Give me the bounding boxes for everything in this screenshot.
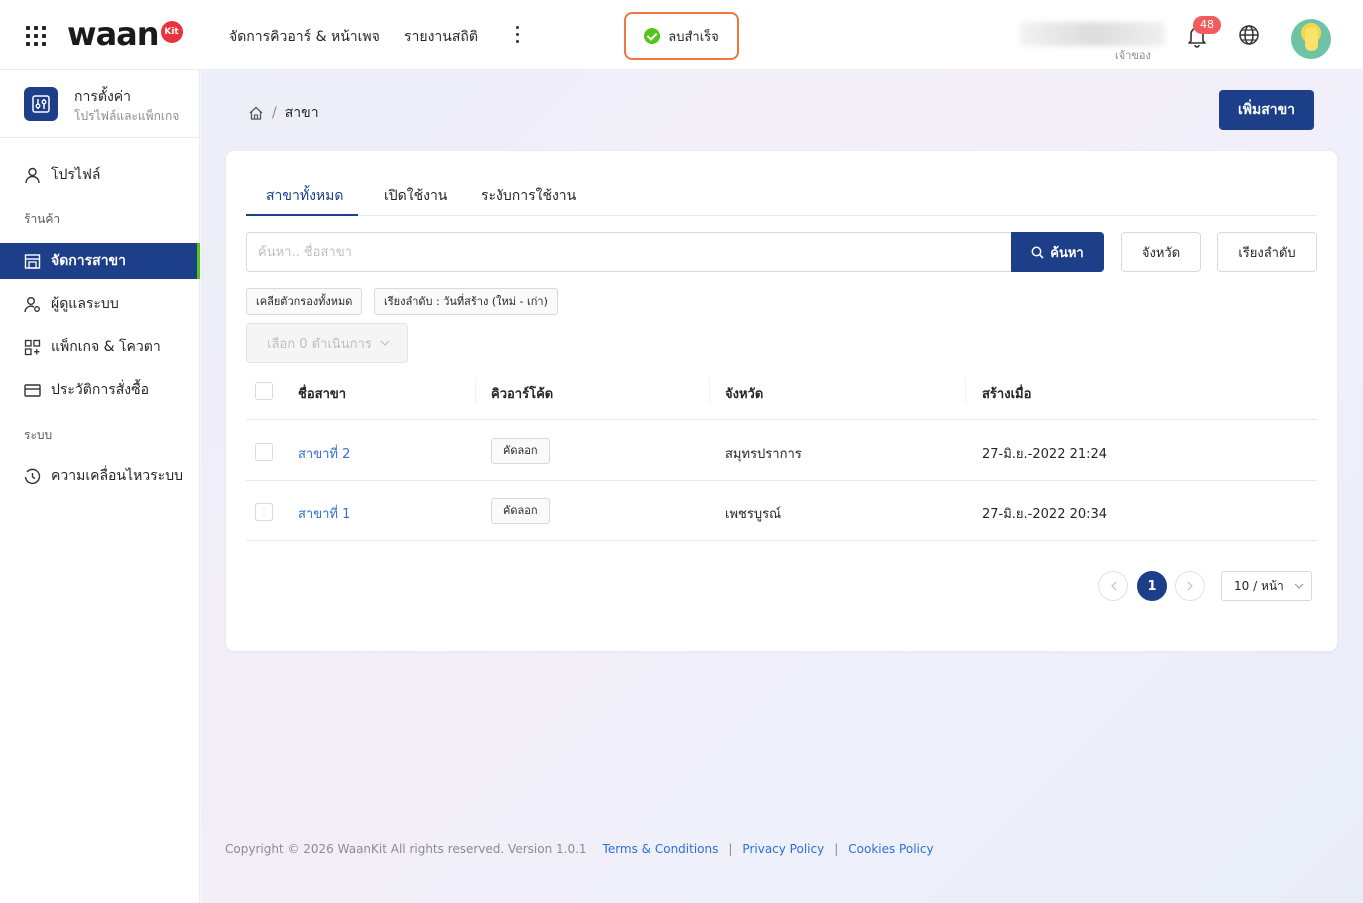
- logo-text: waan: [67, 15, 160, 53]
- settings-title: การตั้งค่า: [74, 89, 132, 105]
- column-header-qr[interactable]: คิวอาร์โค้ด: [491, 383, 553, 404]
- admin-icon: [24, 296, 40, 312]
- table-header: ชื่อสาขา คิวอาร์โค้ด จังหวัด สร้างเมื่อ: [246, 363, 1317, 420]
- logo-badge: Kit: [160, 21, 183, 43]
- table-row: สาขาที่ 2 คัดลอก สมุทรปราการ 27-มิ.ย.-20…: [246, 421, 1317, 481]
- card-icon: [24, 383, 41, 397]
- tabs: สาขาทั้งหมด เปิดใช้งาน ระงับการใช้งาน: [246, 173, 1317, 216]
- copyright-text: Copyright © 2026 WaanKit All rights rese…: [225, 842, 587, 856]
- page-size-label: 10 / หน้า: [1234, 578, 1284, 593]
- copy-qr-button[interactable]: คัดลอก: [491, 438, 550, 464]
- nav-qr-pages[interactable]: จัดการคิวอาร์ & หน้าเพจ: [229, 26, 380, 48]
- terms-link[interactable]: Terms & Conditions: [603, 842, 719, 856]
- tab-all-branches[interactable]: สาขาทั้งหมด: [266, 185, 343, 207]
- branch-province: เพชรบูรณ์: [725, 507, 782, 522]
- tab-suspended[interactable]: ระงับการใช้งาน: [481, 185, 576, 207]
- settings-header[interactable]: การตั้งค่า โปรไฟล์และแพ็กเกจ: [0, 70, 200, 138]
- home-icon[interactable]: [248, 105, 264, 121]
- copy-qr-button[interactable]: คัดลอก: [491, 498, 550, 524]
- table-row: สาขาที่ 1 คัดลอก เพชรบูรณ์ 27-มิ.ย.-2022…: [246, 481, 1317, 541]
- check-circle-icon: [644, 28, 661, 44]
- column-divider: [709, 379, 710, 403]
- row-checkbox[interactable]: [255, 443, 273, 461]
- sidebar-item-profile[interactable]: โปรไฟล์: [0, 157, 200, 193]
- settings-sliders-icon: [24, 87, 58, 121]
- branch-created-at: 27-มิ.ย.-2022 20:34: [982, 507, 1108, 522]
- apps-grid-icon[interactable]: [26, 26, 46, 46]
- sidebar-item-label: จัดการสาขา: [51, 253, 126, 269]
- breadcrumb-current: สาขา: [284, 105, 319, 121]
- bulk-action-label: เลือก 0 ดำเนินการ: [267, 336, 372, 352]
- chevron-down-icon: [1294, 583, 1304, 589]
- branches-card: สาขาทั้งหมด เปิดใช้งาน ระงับการใช้งาน ค้…: [226, 151, 1337, 651]
- sidebar-item-label: ความเคลื่อนไหวระบบ: [51, 468, 183, 484]
- breadcrumb: / สาขา: [248, 102, 319, 124]
- province-filter-button[interactable]: จังหวัด: [1121, 232, 1201, 272]
- sidebar-item-activity-log[interactable]: ความเคลื่อนไหวระบบ: [0, 458, 200, 494]
- section-label-system: ระบบ: [24, 428, 53, 442]
- branch-name-link[interactable]: สาขาที่ 2: [298, 443, 350, 464]
- row-checkbox[interactable]: [255, 503, 273, 521]
- sidebar-item-label: ผู้ดูแลระบบ: [51, 296, 119, 312]
- notification-badge: 48: [1193, 16, 1221, 34]
- settings-subtitle: โปรไฟล์และแพ็กเกจ: [74, 109, 180, 123]
- search-icon: [1031, 246, 1044, 259]
- cookies-link[interactable]: Cookies Policy: [848, 842, 933, 856]
- success-toast: ลบสำเร็จ: [624, 12, 739, 60]
- next-page-button[interactable]: [1175, 571, 1205, 601]
- toast-message: ลบสำเร็จ: [668, 29, 719, 45]
- store-icon: [24, 253, 41, 269]
- logo[interactable]: waan Kit: [67, 14, 183, 54]
- sort-chip[interactable]: เรียงลำดับ : วันที่สร้าง (ใหม่ - เก่า): [374, 288, 558, 315]
- section-label-shop: ร้านค้า: [24, 212, 61, 226]
- sort-button[interactable]: เรียงลำดับ: [1217, 232, 1317, 272]
- package-icon: [24, 339, 41, 355]
- page-number-current[interactable]: 1: [1137, 571, 1167, 601]
- search-button-label: ค้นหา: [1050, 245, 1084, 261]
- globe-icon[interactable]: [1238, 24, 1260, 46]
- column-header-created[interactable]: สร้างเมื่อ: [982, 383, 1031, 404]
- chevron-down-icon: [380, 340, 390, 346]
- column-divider: [475, 379, 476, 403]
- sidebar-item-admins[interactable]: ผู้ดูแลระบบ: [0, 286, 200, 322]
- branch-created-at: 27-มิ.ย.-2022 21:24: [982, 447, 1108, 462]
- footer: Copyright © 2026 WaanKit All rights rese…: [225, 842, 934, 856]
- privacy-link[interactable]: Privacy Policy: [742, 842, 824, 856]
- add-branch-button[interactable]: เพิ่มสาขา: [1219, 90, 1314, 130]
- sidebar: การตั้งค่า โปรไฟล์และแพ็กเกจ โปรไฟล์ ร้า…: [0, 70, 200, 903]
- page-size-select[interactable]: 10 / หน้า: [1221, 571, 1312, 601]
- top-bar: waan Kit จัดการคิวอาร์ & หน้าเพจ รายงานส…: [0, 0, 1363, 70]
- tab-active[interactable]: เปิดใช้งาน: [384, 185, 447, 207]
- footer-separator: |: [728, 842, 733, 856]
- sidebar-item-label: โปรไฟล์: [51, 167, 101, 183]
- user-role: เจ้าของ: [1115, 49, 1151, 62]
- column-divider: [965, 379, 966, 403]
- clear-filters-chip[interactable]: เคลียตัวกรองทั้งหมด: [246, 288, 363, 315]
- select-all-checkbox[interactable]: [255, 382, 273, 400]
- chevron-left-icon: [1110, 581, 1116, 591]
- chevron-right-icon: [1187, 581, 1193, 591]
- sidebar-item-order-history[interactable]: ประวัติการสั่งซื้อ: [0, 372, 200, 408]
- avatar[interactable]: [1291, 19, 1331, 59]
- more-menu-icon[interactable]: [514, 24, 522, 46]
- column-header-province[interactable]: จังหวัด: [725, 383, 763, 404]
- user-name-blurred[interactable]: [1020, 22, 1165, 46]
- column-header-name[interactable]: ชื่อสาขา: [298, 383, 346, 404]
- footer-separator: |: [834, 842, 839, 856]
- branch-name-link[interactable]: สาขาที่ 1: [298, 503, 350, 524]
- sidebar-item-packages[interactable]: แพ็กเกจ & โควตา: [0, 329, 200, 365]
- sidebar-item-label: ประวัติการสั่งซื้อ: [51, 382, 150, 398]
- bulk-action-select[interactable]: เลือก 0 ดำเนินการ: [246, 323, 408, 363]
- search-input[interactable]: [246, 232, 1012, 272]
- sidebar-item-branches[interactable]: จัดการสาขา: [0, 243, 200, 279]
- active-tab-indicator: [246, 214, 358, 216]
- sidebar-item-label: แพ็กเกจ & โควตา: [51, 339, 161, 355]
- user-icon: [25, 167, 40, 183]
- branch-province: สมุทรปราการ: [725, 447, 802, 462]
- history-icon: [24, 468, 41, 484]
- breadcrumb-separator: /: [272, 105, 277, 121]
- prev-page-button[interactable]: [1098, 571, 1128, 601]
- search-button[interactable]: ค้นหา: [1011, 232, 1104, 272]
- nav-statistics[interactable]: รายงานสถิติ: [404, 26, 478, 48]
